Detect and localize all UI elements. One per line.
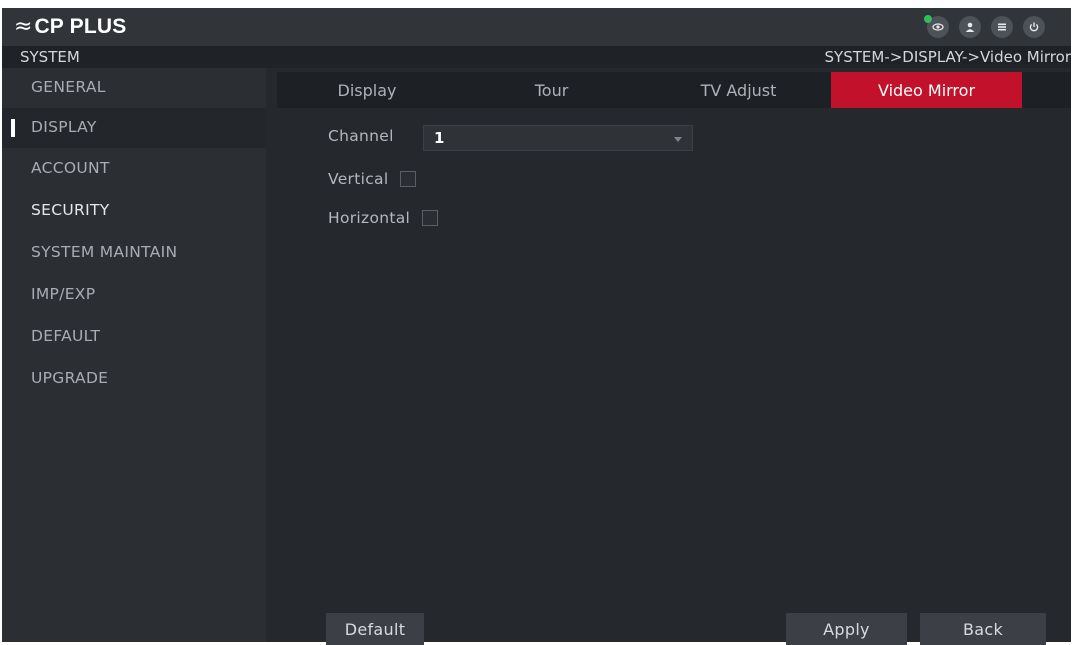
sidebar-item-upgrade[interactable]: UPGRADE <box>2 359 266 399</box>
vertical-checkbox[interactable] <box>400 171 417 187</box>
sidebar-item-general[interactable]: GENERAL <box>2 68 266 108</box>
tab-bar: Display Tour TV Adjust Video Mirror <box>277 72 1071 108</box>
sidebar-item-label: SYSTEM MAINTAIN <box>31 243 178 261</box>
sidebar-item-label: IMP/EXP <box>31 285 96 303</box>
section-title: SYSTEM <box>20 48 80 66</box>
channel-value: 1 <box>434 129 445 147</box>
sidebar-item-label: DEFAULT <box>31 327 101 345</box>
active-marker <box>11 119 15 137</box>
app-window: ≈ CP PLUS SYSTEM SYSTEM->DISPLAY->Video … <box>2 8 1071 645</box>
vertical-label: Vertical <box>328 170 389 188</box>
tab-label: Tour <box>534 80 569 100</box>
horizontal-label: Horizontal <box>328 209 411 227</box>
sidebar-item-account[interactable]: ACCOUNT <box>2 149 266 189</box>
apply-button[interactable]: Apply <box>786 613 907 645</box>
horizontal-row: Horizontal <box>328 209 439 227</box>
tab-display[interactable]: Display <box>277 72 457 108</box>
live-view-icon[interactable] <box>924 15 949 38</box>
tab-tv-adjust[interactable]: TV Adjust <box>646 72 831 108</box>
sidebar-item-label: ACCOUNT <box>31 159 110 177</box>
user-icon[interactable] <box>959 16 981 38</box>
menu-icon[interactable] <box>991 16 1013 38</box>
sidebar-item-system-maintain[interactable]: SYSTEM MAINTAIN <box>2 233 266 273</box>
logo: ≈ CP PLUS <box>14 14 126 40</box>
power-icon[interactable] <box>1023 16 1045 38</box>
sidebar-item-display[interactable]: DISPLAY <box>2 108 266 148</box>
sidebar-item-security[interactable]: SECURITY <box>2 191 266 231</box>
top-icon-group <box>924 15 1045 38</box>
apply-button-label: Apply <box>823 619 870 639</box>
logo-text: CP PLUS <box>34 15 127 38</box>
logo-mark-icon: ≈ <box>14 14 33 39</box>
back-button[interactable]: Back <box>920 613 1046 645</box>
tab-tour[interactable]: Tour <box>459 72 644 108</box>
tab-label: Video Mirror <box>877 80 976 100</box>
sidebar-item-label: UPGRADE <box>31 369 109 387</box>
channel-label: Channel <box>328 127 394 145</box>
horizontal-checkbox[interactable] <box>422 210 439 226</box>
channel-select[interactable]: 1 <box>423 125 693 151</box>
default-button[interactable]: Default <box>326 613 424 645</box>
sidebar-item-label: SECURITY <box>31 201 110 219</box>
title-bar: ≈ CP PLUS <box>2 8 1071 46</box>
tab-label: TV Adjust <box>700 80 777 100</box>
channel-row: Channel <box>328 127 394 145</box>
sidebar: GENERAL DISPLAY ACCOUNT SECURITY SYSTEM … <box>2 68 266 642</box>
tab-video-mirror[interactable]: Video Mirror <box>831 72 1022 108</box>
path-bar: SYSTEM SYSTEM->DISPLAY->Video Mirror <box>2 46 1071 68</box>
chevron-down-icon <box>674 137 682 142</box>
sidebar-item-default[interactable]: DEFAULT <box>2 317 266 357</box>
vertical-row: Vertical <box>328 170 417 188</box>
default-button-label: Default <box>344 619 406 639</box>
live-indicator <box>924 15 932 23</box>
tab-label: Display <box>337 80 397 100</box>
sidebar-item-imp-exp[interactable]: IMP/EXP <box>2 275 266 315</box>
sidebar-item-label: DISPLAY <box>31 118 97 136</box>
breadcrumb: SYSTEM->DISPLAY->Video Mirror <box>824 48 1071 66</box>
back-button-label: Back <box>962 619 1004 639</box>
sidebar-item-label: GENERAL <box>31 78 106 96</box>
